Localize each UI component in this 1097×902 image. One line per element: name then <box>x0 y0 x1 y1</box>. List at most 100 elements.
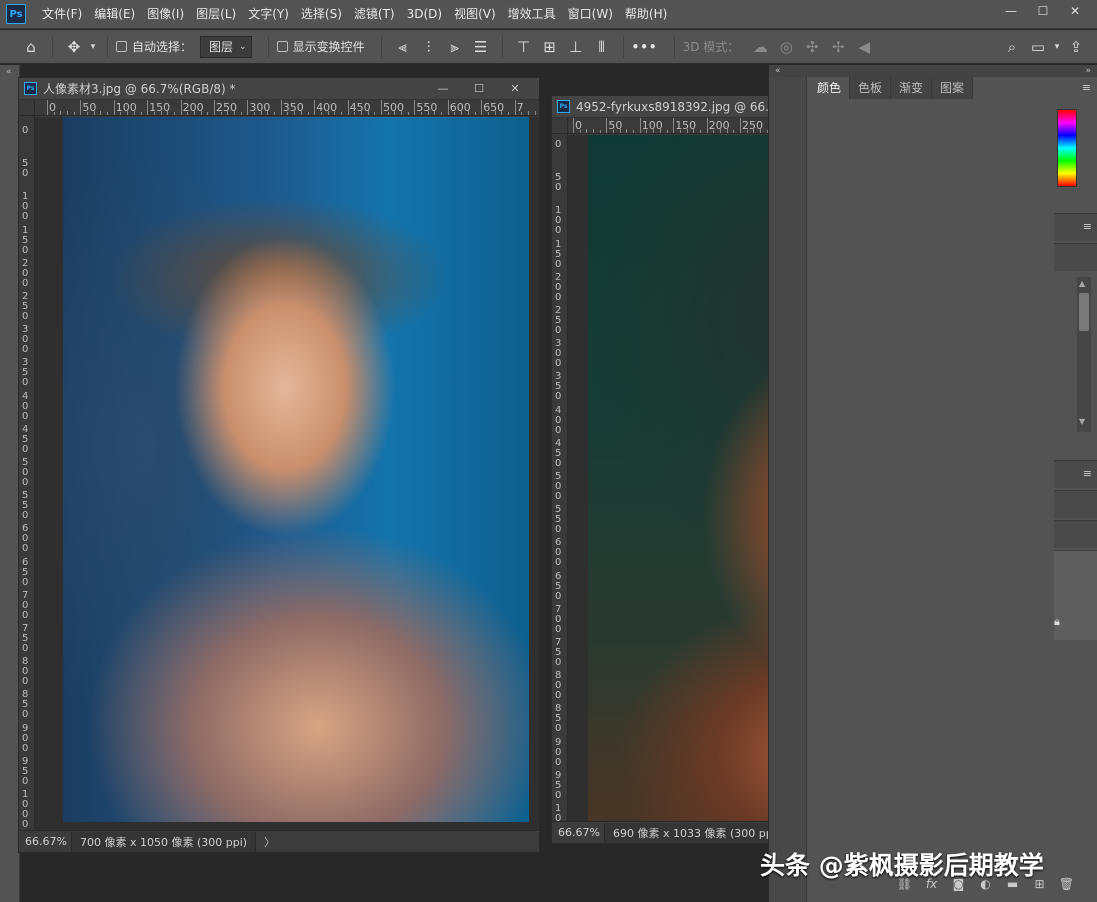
menu-image[interactable]: 图像(I) <box>141 0 190 29</box>
divider <box>52 35 53 58</box>
toolbar-strip <box>0 65 20 902</box>
document-title-bar[interactable]: Ps 人像素材3.jpg @ 66.7%(RGB/8) * — ☐ ✕ <box>19 78 539 100</box>
scrollbar-thumb[interactable] <box>1079 293 1089 331</box>
align-top-icon[interactable]: ⊤ <box>511 34 537 60</box>
ruler-tick-label: 5 0 <box>555 172 562 194</box>
ruler-tick-mark <box>280 100 282 115</box>
ruler-minor-tick <box>454 112 456 115</box>
ruler-minor-tick <box>619 129 621 133</box>
menu-filter[interactable]: 滤镜(T) <box>348 0 401 29</box>
align-center-h-icon[interactable]: ⫶ <box>416 34 442 60</box>
ruler-minor-tick <box>653 129 655 133</box>
ruler-minor-tick <box>534 111 536 115</box>
roll-3d-icon[interactable]: ◎ <box>773 34 799 60</box>
search-icon[interactable]: ⌕ <box>999 34 1025 60</box>
close-button[interactable]: ✕ <box>1059 0 1091 22</box>
close-button[interactable]: ✕ <box>497 78 533 100</box>
chevron-down-icon[interactable]: ▾ <box>1051 34 1063 60</box>
panel-menu-icon[interactable]: ≡ <box>1082 81 1091 94</box>
collapse-left-icon[interactable]: « <box>6 67 12 77</box>
tab-gradients[interactable]: 渐变 <box>891 77 933 99</box>
panel-menu-icon[interactable]: ≡ <box>1083 220 1092 233</box>
photoshop-file-icon: Ps <box>557 100 570 113</box>
ruler-tick-label: 9 5 0 <box>22 755 29 787</box>
ruler-tick-label: 0 <box>555 139 562 150</box>
align-bottom-icon[interactable]: ⊥ <box>563 34 589 60</box>
chevron-up-icon[interactable]: ▲ <box>1079 279 1085 288</box>
menu-layer[interactable]: 图层(L) <box>190 0 242 29</box>
chevron-down-icon[interactable]: ▾ <box>87 34 99 60</box>
ruler-minor-tick <box>53 112 55 115</box>
ruler-tick-label: 5 0 <box>22 158 29 180</box>
minimize-button[interactable]: — <box>995 0 1027 22</box>
ruler-tick-mark <box>740 118 741 133</box>
right-panel-dock: « » 颜色 色板 渐变 图案 ≡ ≡ ▲ ▼ ≡ 🔒︎ ⛓ fx ◙ ◐ ▬ … <box>768 65 1097 902</box>
tab-color[interactable]: 颜色 <box>809 77 851 99</box>
orbit-3d-icon[interactable]: ☁ <box>747 34 773 60</box>
menu-plugins[interactable]: 增效工具 <box>502 0 562 29</box>
distribute-vertical-icon[interactable]: ☰ <box>468 34 494 60</box>
ruler-minor-tick <box>746 130 748 133</box>
expand-icon[interactable]: » <box>1085 65 1091 77</box>
ruler-minor-tick <box>340 112 342 115</box>
chevron-down-icon[interactable]: ▼ <box>1079 417 1085 426</box>
tab-swatches[interactable]: 色板 <box>850 77 892 99</box>
more-options-button[interactable]: ••• <box>632 40 658 54</box>
home-icon[interactable]: ⌂ <box>18 34 44 60</box>
document-canvas[interactable] <box>35 117 539 831</box>
ruler-minor-tick <box>387 112 389 115</box>
ruler-minor-tick <box>173 112 175 115</box>
maximize-button[interactable]: ☐ <box>461 78 497 100</box>
menu-edit[interactable]: 编辑(E) <box>88 0 141 29</box>
menu-view[interactable]: 视图(V) <box>448 0 502 29</box>
drag-3d-icon[interactable]: ✣ <box>799 34 825 60</box>
trash-icon[interactable]: 🗑︎ <box>1053 877 1080 891</box>
portrait-photo-blue <box>63 117 529 822</box>
menu-help[interactable]: 帮助(H) <box>619 0 673 29</box>
document-window-1[interactable]: Ps 人像素材3.jpg @ 66.7%(RGB/8) * — ☐ ✕ 0 50 1… <box>18 77 540 853</box>
menu-file[interactable]: 文件(F) <box>36 0 88 29</box>
move-tool-icon[interactable]: ✥ <box>61 34 87 60</box>
panel-collapse-row: « » <box>769 65 1097 77</box>
ruler-tick-label: 6 5 0 <box>555 570 562 602</box>
ruler-tick-label: 3 5 0 <box>555 371 562 403</box>
align-left-icon[interactable]: ⫷ <box>390 34 416 60</box>
ruler-minor-tick <box>160 111 162 115</box>
photoshop-logo-icon: Ps <box>6 4 26 24</box>
share-icon[interactable]: ⇪ <box>1063 34 1089 60</box>
status-menu-arrow[interactable]: 〉 <box>256 834 283 850</box>
distribute-horizontal-icon[interactable]: ⦀ <box>589 34 615 60</box>
mode-3d-label: 3D 模式： <box>682 40 740 54</box>
ruler-tick-label: 4 0 0 <box>555 404 562 436</box>
ruler-minor-tick <box>394 111 396 115</box>
tab-patterns[interactable]: 图案 <box>932 77 974 99</box>
align-right-icon[interactable]: ⫸ <box>442 34 468 60</box>
collapse-icon[interactable]: « <box>775 65 781 77</box>
ruler-tick-label: 5 5 0 <box>22 490 29 522</box>
auto-select-checkbox[interactable] <box>116 41 127 52</box>
ruler-tick-label: 1 0 0 0 <box>22 789 29 830</box>
ruler-minor-tick <box>200 111 202 115</box>
layer-select-value: 图层 <box>209 40 234 54</box>
maximize-button[interactable]: ☐ <box>1027 0 1059 22</box>
camera-3d-icon[interactable]: ◀ <box>851 34 877 60</box>
zoom-level[interactable]: 66.67% <box>19 835 71 848</box>
show-transform-checkbox[interactable] <box>276 41 288 52</box>
workspace-icon[interactable]: ▭ <box>1025 34 1051 60</box>
slide-3d-icon[interactable]: ✢ <box>825 34 851 60</box>
ruler-tick-label: 4 5 0 <box>555 437 562 469</box>
minimize-button[interactable]: — <box>425 78 461 100</box>
menu-select[interactable]: 选择(S) <box>295 0 348 29</box>
panel-menu-icon[interactable]: ≡ <box>1083 467 1092 480</box>
menu-type[interactable]: 文字(Y) <box>242 0 295 29</box>
menu-3d[interactable]: 3D(D) <box>401 0 448 29</box>
ruler-minor-tick <box>626 129 628 133</box>
menu-window[interactable]: 窗口(W) <box>562 0 619 29</box>
align-middle-icon[interactable]: ⊞ <box>537 34 563 60</box>
ruler-minor-tick <box>133 111 135 115</box>
layer-row[interactable] <box>1054 550 1097 640</box>
layer-select-dropdown[interactable]: 图层 ⌄ <box>200 35 252 58</box>
zoom-level[interactable]: 66.67% <box>552 826 604 839</box>
ruler-minor-tick <box>719 129 721 133</box>
color-spectrum[interactable] <box>1057 109 1077 187</box>
